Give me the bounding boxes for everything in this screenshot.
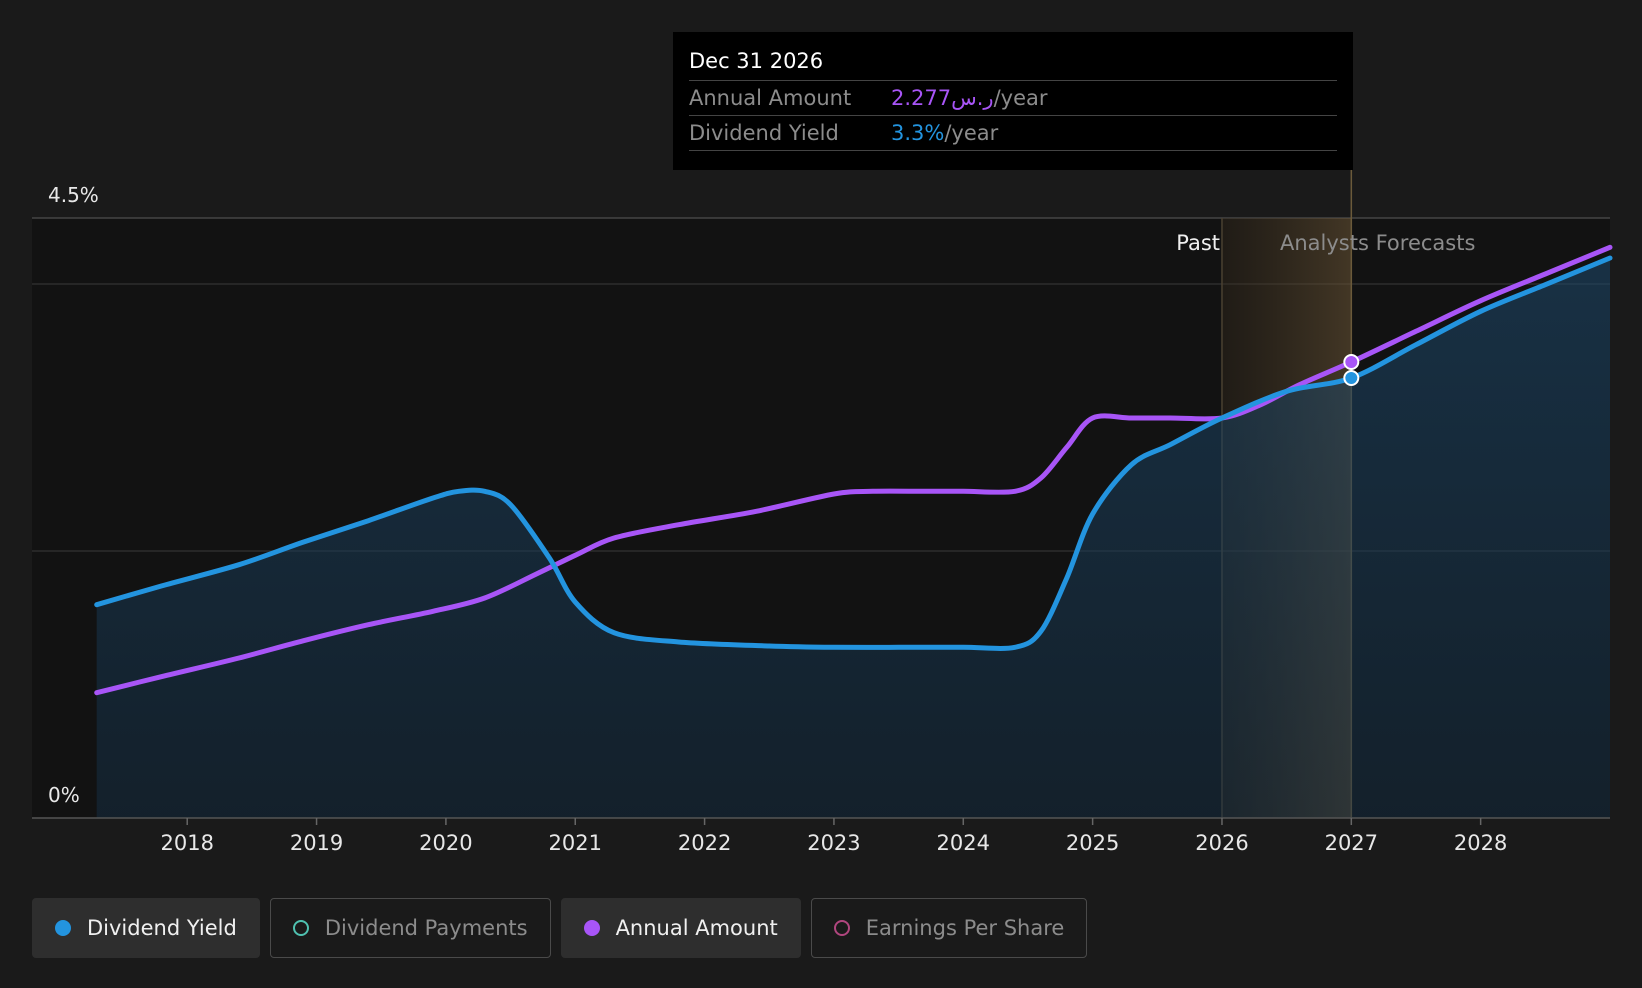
legend-item-earnings-per-share[interactable]: Earnings Per Share [810,898,1088,958]
tooltip-label: Annual Amount [689,86,852,110]
x-tick-label: 2024 [937,831,990,855]
tooltip-value: 3.3% [891,121,945,145]
y-tick-label-min: 0% [48,783,80,807]
filled-circle-icon [583,920,600,936]
legend-item-dividend-yield[interactable]: Dividend Yield [32,898,260,958]
tooltip-unit: /year [993,86,1048,110]
x-tick-label: 2022 [678,831,731,855]
legend-item-annual-amount[interactable]: Annual Amount [560,898,801,958]
chart-legend: Dividend Yield Dividend Payments Annual … [32,898,1088,958]
hollow-circle-icon [833,920,850,936]
chart-tooltip: Dec 31 2026 Annual Amount 2.277ر.س /year… [673,32,1353,170]
x-tick-label: 2018 [160,831,213,855]
x-tick-label: 2021 [549,831,602,855]
legend-label: Dividend Yield [87,916,237,940]
dividend-yield-marker [1343,370,1360,386]
y-tick-label-max: 4.5% [48,183,99,207]
legend-label: Annual Amount [615,916,778,940]
filled-circle-icon [55,920,71,936]
tooltip-label: Dividend Yield [689,121,839,145]
x-tick-label: 2025 [1066,831,1119,855]
legend-label: Dividend Payments [324,916,528,940]
x-tick-label: 2026 [1195,831,1248,855]
tooltip-date: Dec 31 2026 [689,46,1337,81]
tooltip-unit: /year [944,121,999,145]
x-tick-label: 2020 [419,831,472,855]
annual-amount-marker [1343,354,1360,370]
x-tick-label: 2019 [290,831,343,855]
forecast-label: Analysts Forecasts [1280,231,1475,255]
tooltip-row-annual-amount: Annual Amount 2.277ر.س /year [689,81,1337,116]
legend-item-dividend-payments[interactable]: Dividend Payments [269,898,551,958]
tooltip-row-dividend-yield: Dividend Yield 3.3% /year [689,116,1337,151]
x-tick-label: 2027 [1325,831,1378,855]
hollow-circle-icon [292,920,309,936]
past-label: Past [1176,231,1220,255]
x-tick-label: 2028 [1454,831,1507,855]
x-axis: 2018 2019 2020 2021 2022 2023 2024 2025 2026 2027… [32,817,1610,855]
x-tick-label: 2023 [807,831,860,855]
legend-label: Earnings Per Share [865,916,1065,940]
tooltip-value: 2.277ر.س [891,86,994,110]
